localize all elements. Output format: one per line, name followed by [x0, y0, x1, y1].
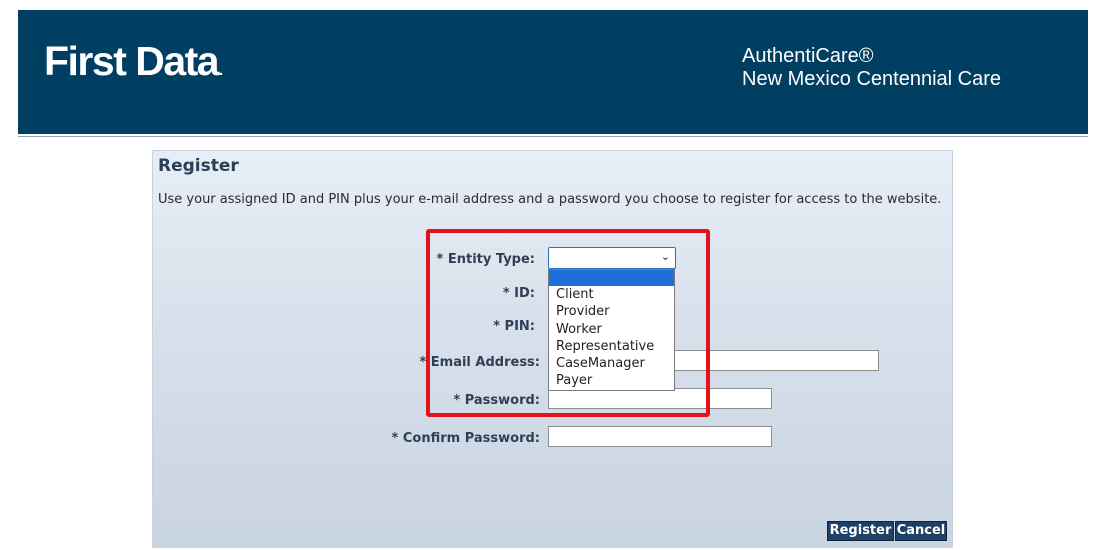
highlight-box — [426, 229, 710, 417]
logo-text: First Data — [44, 38, 220, 84]
header-divider — [18, 136, 1088, 137]
confirm-password-label: * Confirm Password: — [391, 431, 540, 446]
register-instructions: Use your assigned ID and PIN plus your e… — [158, 192, 942, 207]
page-title: Register — [158, 156, 239, 176]
first-data-logo: First Data. — [44, 38, 223, 85]
register-button[interactable]: Register — [827, 521, 894, 541]
product-title: AuthentiCare® New Mexico Centennial Care — [742, 45, 1001, 91]
product-subtitle: New Mexico Centennial Care — [742, 68, 1002, 90]
product-name: AuthentiCare® — [742, 45, 874, 67]
confirm-password-input[interactable] — [548, 426, 772, 447]
logo-dot: . — [219, 62, 223, 78]
cancel-button[interactable]: Cancel — [895, 521, 947, 541]
